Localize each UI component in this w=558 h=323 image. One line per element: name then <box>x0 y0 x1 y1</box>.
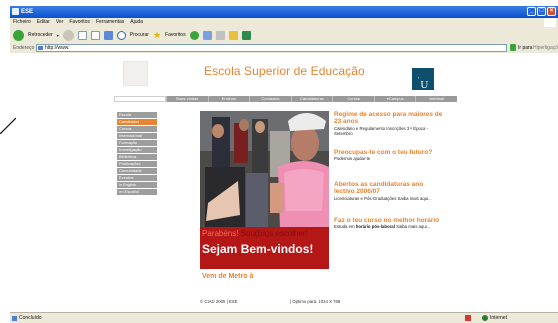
forward-arrow-icon[interactable] <box>62 29 74 41</box>
menu-help[interactable]: Ajuda <box>130 18 143 27</box>
side-nav-cursos[interactable]: Cursos <box>117 126 157 132</box>
side-navigation: Escola Candidatos Cursos Internacional F… <box>117 112 157 196</box>
page-icon <box>38 46 43 50</box>
footer-resolution-note: | Óptimo para: 1024 X 768 <box>290 299 341 304</box>
news-heading[interactable]: Regime de acesso para maiores de 23 anos <box>334 111 444 126</box>
stop-icon[interactable] <box>77 30 87 40</box>
side-nav-biblioteca[interactable]: Biblioteca <box>117 154 157 160</box>
top-nav-boas-vindas[interactable]: Boas-vindas <box>166 96 208 102</box>
go-arrow-icon[interactable] <box>510 44 516 51</box>
top-nav-ecampus[interactable]: eCampus <box>373 96 416 102</box>
news-item[interactable]: Abertos as candidaturas ano lectivo 2006… <box>334 181 444 201</box>
web-page: Escola Superior de Educação °U Boas-vind… <box>10 53 558 312</box>
side-nav-eventos[interactable]: Eventos <box>117 175 157 181</box>
address-input[interactable]: http://www. <box>36 44 507 52</box>
badge-letter: U <box>420 79 429 91</box>
top-nav-ensinos[interactable]: Ensinos <box>207 96 250 102</box>
news-text: Licenciaturas e Pós-Graduações Saiba mai… <box>334 195 432 201</box>
security-warning-icon[interactable] <box>465 315 471 321</box>
news-heading[interactable]: Abertos as candidaturas ano lectivo 2006… <box>334 181 444 196</box>
close-button[interactable]: × <box>547 7 556 16</box>
news-item[interactable]: Preocupas-te com o teu futuro? Podemos a… <box>334 149 444 162</box>
side-nav-candidatos[interactable]: Candidatos <box>117 119 157 125</box>
banner-welcome-overlay: Sejam Bem-vindos! <box>202 242 314 256</box>
maximize-button[interactable]: □ <box>537 7 546 16</box>
mail-icon[interactable] <box>202 30 212 40</box>
top-nav-contactos[interactable]: Contactos <box>249 96 291 102</box>
refresh-icon[interactable] <box>90 30 100 40</box>
menu-favorites[interactable]: Favoritos <box>69 18 90 27</box>
print-icon[interactable] <box>215 30 225 40</box>
news-text: Estuda em horário pós-laboral Saiba mais… <box>334 224 431 230</box>
back-label[interactable]: Retroceder <box>28 32 53 38</box>
window-title: ESE <box>21 9 34 15</box>
side-nav-comunidade[interactable]: Comunidade <box>117 168 157 174</box>
university-badge[interactable]: °U <box>412 68 434 91</box>
metro-link[interactable]: Vem de Metro à <box>202 273 253 280</box>
side-nav-investigacao[interactable]: Investigação <box>117 147 157 153</box>
home-icon[interactable] <box>103 30 113 40</box>
news-text: Podemos ajudar-te <box>334 156 371 162</box>
back-dropdown-icon[interactable]: ▾ <box>57 33 59 38</box>
menu-edit[interactable]: Editar <box>37 18 50 27</box>
windows-logo-icon <box>544 18 556 27</box>
top-nav-webmail[interactable]: webmail <box>415 96 457 102</box>
side-nav-escola[interactable]: Escola <box>117 112 157 118</box>
school-logo[interactable] <box>123 61 148 86</box>
side-nav-internacional[interactable]: Internacional <box>117 133 157 139</box>
site-title: Escola Superior de Educação <box>204 64 365 78</box>
address-url: http://www. <box>45 45 70 51</box>
mouse-pointer-icon <box>0 118 16 134</box>
top-nav-blank <box>114 96 166 102</box>
news-heading[interactable]: Faz o teu curso no melhor horário <box>334 217 444 224</box>
history-icon[interactable] <box>189 30 199 40</box>
menu-view[interactable]: Ver <box>56 18 64 27</box>
back-arrow-icon[interactable] <box>13 29 24 41</box>
side-nav-in-english[interactable]: in English <box>117 182 157 188</box>
window-controls: _ □ × <box>527 7 556 16</box>
news-text: Calendário e Regulamento Inscrições 3 ª … <box>334 125 429 137</box>
internet-zone-icon <box>482 315 488 321</box>
search-icon[interactable] <box>116 30 126 40</box>
top-navigation: Boas-vindas Ensinos Contactos Candidatur… <box>114 96 457 102</box>
address-bar: Endereço http://www. Ir para Hiperligaçõ… <box>10 43 558 53</box>
side-nav-publicacoes[interactable]: Publicações <box>117 161 157 167</box>
news-heading[interactable]: Preocupas-te com o teu futuro? <box>334 149 444 156</box>
ie-icon <box>12 8 19 15</box>
browser-toolbar: Retroceder ▾ Procurar ★ Favoritos <box>10 27 558 43</box>
search-label[interactable]: Procurar <box>130 32 149 38</box>
side-nav-en-espanol[interactable]: en Español <box>117 189 157 195</box>
banner-congrats-overlay: Parabéns! Sou(ba)s escolher! <box>202 229 308 238</box>
folder-icon[interactable] <box>228 30 238 40</box>
side-nav-formacao[interactable]: Formação <box>117 140 157 146</box>
security-zone-label: Internet <box>490 315 507 321</box>
news-item[interactable]: Faz o teu curso no melhor horário Estuda… <box>334 217 444 230</box>
page-done-icon <box>12 316 17 321</box>
links-button[interactable]: Hiperligações <box>533 43 558 53</box>
messenger-icon[interactable] <box>241 30 251 40</box>
favorites-star-icon[interactable]: ★ <box>153 30 161 41</box>
minimize-button[interactable]: _ <box>527 7 536 16</box>
footer-copyright: © CIAD 2005 | ESE <box>200 299 238 304</box>
top-nav-candidaturas[interactable]: Candidaturas <box>290 96 333 102</box>
menu-file[interactable]: Ficheiro <box>13 18 31 27</box>
menu-tools[interactable]: Ferramentas <box>96 18 124 27</box>
top-nav-cursos[interactable]: Cursos <box>332 96 374 102</box>
news-item[interactable]: Regime de acesso para maiores de 23 anos… <box>334 111 444 136</box>
window-titlebar: ESE _ □ × <box>10 6 558 18</box>
favorites-label[interactable]: Favoritos <box>165 32 186 38</box>
menu-bar: Ficheiro Editar Ver Favoritos Ferramenta… <box>10 18 558 27</box>
go-button[interactable]: Ir para <box>518 43 532 53</box>
address-label: Endereço <box>13 45 35 51</box>
status-text: Concluído <box>19 315 42 321</box>
status-bar: Concluído Internet <box>10 312 558 323</box>
